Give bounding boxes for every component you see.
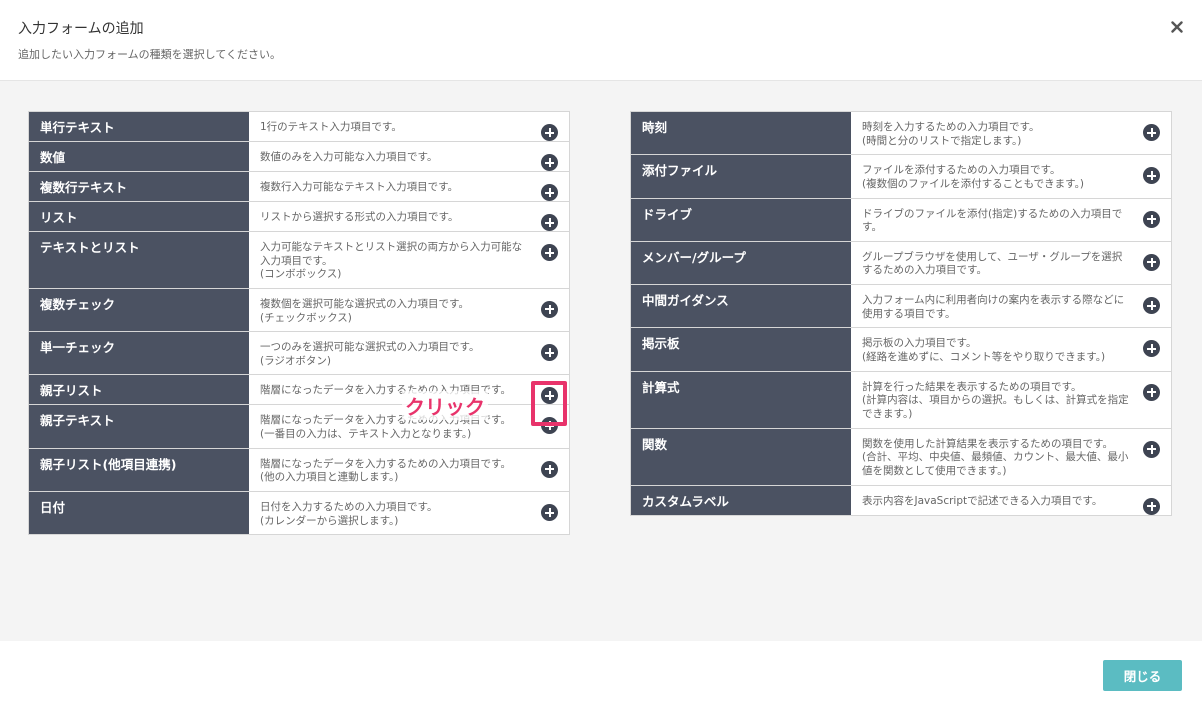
add-form-plus-circle-icon[interactable] <box>1143 383 1160 401</box>
form-type-row: 掲示板 掲示板の入力項目です。 (経路を進めずに、コメント等をやり取りできます。) <box>631 328 1171 372</box>
add-form-plus-circle-icon[interactable] <box>1143 440 1160 458</box>
add-form-plus-circle-icon[interactable] <box>1143 124 1160 141</box>
add-form-plus-circle-icon[interactable] <box>541 124 558 141</box>
form-type-row: 日付 日付を入力するための入力項目です。 (カレンダーから選択します。) <box>29 492 569 535</box>
form-type-name: 親子リスト(他項目連携) <box>29 448 249 492</box>
click-annotation: クリック <box>402 391 488 420</box>
form-type-description: グループブラウザを使用して、ユーザ・グループを選択 するための入力項目です。 <box>862 250 1123 277</box>
form-type-table-left: 単行テキスト 1行のテキスト入力項目です。 数値 数値のみを入力可能な入力項目です。複… <box>28 111 570 536</box>
form-type-name: 掲示板 <box>631 328 851 371</box>
form-type-row: テキストとリスト 入力可能なテキストとリスト選択の両方から入力可能な 入力項目です… <box>29 232 569 289</box>
highlight-box <box>531 381 567 426</box>
form-type-row: メンバー/グループ グループブラウザを使用して、ユーザ・グループを選択 するための… <box>631 241 1171 286</box>
modal-footer: 閉じる <box>0 641 1202 703</box>
modal-body: 単行テキスト 1行のテキスト入力項目です。 数値 数値のみを入力可能な入力項目です。複… <box>0 81 1202 641</box>
form-type-name: ドライブ <box>631 198 851 241</box>
form-type-description: 計算を行った結果を表示するための項目です。 (計算内容は、項目からの選択。もしく… <box>862 380 1129 420</box>
form-type-description: 入力フォーム内に利用者向けの案内を表示する際などに 使用する項目です。 <box>862 294 1125 320</box>
form-type-description: ファイルを添付するための入力項目です。 (複数個のファイルを添付することもできま… <box>862 164 1084 190</box>
form-type-name: カスタムラベル <box>631 485 851 515</box>
form-type-row: 単一チェック 一つのみを選択可能な選択式の入力項目です。 (ラジオボタン) <box>29 332 569 376</box>
modal-header: 入力フォームの追加 追加したい入力フォームの種類を選択してください。 <box>0 0 1202 81</box>
form-type-description: 表示内容をJavaScriptで記述できる入力項目です。 <box>862 494 1103 507</box>
form-type-name: 中間ガイダンス <box>631 285 851 328</box>
form-type-name: 時刻 <box>631 112 851 155</box>
form-type-description: 階層になったデータを入力するための入力項目です。 (他の入力項目と連動します。) <box>260 457 511 484</box>
close-button[interactable] <box>1168 18 1186 36</box>
form-type-description: 関数を使用した計算結果を表示するための項目です。 (合計、平均、中央値、最頻値、… <box>862 437 1129 477</box>
form-type-row: 数値 数値のみを入力可能な入力項目です。 <box>29 142 569 172</box>
add-form-plus-circle-icon[interactable] <box>1143 210 1160 228</box>
form-type-name: 複数行テキスト <box>29 172 249 201</box>
form-type-description: 掲示板の入力項目です。 (経路を進めずに、コメント等をやり取りできます。) <box>862 337 1106 364</box>
form-type-description: 入力可能なテキストとリスト選択の両方から入力可能な 入力項目です。 (コンボボッ… <box>260 241 523 281</box>
form-type-row: 添付ファイル ファイルを添付するための入力項目です。 (複数個のファイルを添付する… <box>631 155 1171 199</box>
form-type-name: 数値 <box>29 142 249 171</box>
form-type-name: 親子リスト <box>29 375 249 405</box>
form-type-row: カスタムラベル 表示内容をJavaScriptで記述できる入力項目です。 <box>631 485 1171 515</box>
form-type-name: 日付 <box>29 492 249 535</box>
add-form-plus-circle-icon[interactable] <box>541 504 558 522</box>
form-type-row: リスト リストから選択する形式の入力項目です。 <box>29 202 569 232</box>
form-type-description: ドライブのファイルを添付(指定)するための入力項目で す。 <box>862 207 1123 234</box>
form-type-row: 時刻 時刻を入力するための入力項目です。 (時間と分のリストで指定します。) <box>631 112 1171 156</box>
form-type-name: リスト <box>29 202 249 231</box>
form-type-name: メンバー/グループ <box>631 241 851 285</box>
add-form-plus-circle-icon[interactable] <box>1143 497 1160 515</box>
form-type-name: 単行テキスト <box>29 112 249 141</box>
form-type-row: 親子リスト(他項目連携) 階層になったデータを入力するための入力項目です。 (他の… <box>29 448 569 493</box>
form-type-name: テキストとリスト <box>29 232 249 288</box>
add-form-plus-circle-icon[interactable] <box>1143 253 1160 271</box>
form-type-description: 数値のみを入力可能な入力項目です。 <box>260 151 438 163</box>
form-type-row: 親子リスト 階層になったデータを入力するための入力項目です。 <box>29 375 569 406</box>
form-type-row: 複数チェック 複数個を選択可能な選択式の入力項目です。 (チェックボックス) <box>29 288 569 333</box>
form-type-name: 関数 <box>631 428 851 485</box>
form-type-row: 中間ガイダンス 入力フォーム内に利用者向けの案内を表示する際などに 使用する項目で… <box>631 285 1171 329</box>
add-form-plus-circle-icon[interactable] <box>1143 297 1160 315</box>
form-type-row: 関数 関数を使用した計算結果を表示するための項目です。 (合計、平均、中央値、最頻… <box>631 428 1171 486</box>
form-type-name: 計算式 <box>631 371 851 428</box>
form-type-description: 一つのみを選択可能な選択式の入力項目です。 (ラジオボタン) <box>260 341 480 367</box>
form-type-name: 親子テキスト <box>29 405 249 448</box>
form-type-description: 複数個を選択可能な選択式の入力項目です。 (チェックボックス) <box>260 297 469 324</box>
form-type-table-right: 時刻 時刻を入力するための入力項目です。 (時間と分のリストで指定します。) 添付フ… <box>630 111 1172 516</box>
modal-title: 入力フォームの追加 <box>18 21 144 37</box>
modal-subtitle: 追加したい入力フォームの種類を選択してください。 <box>18 48 282 61</box>
add-form-plus-circle-icon[interactable] <box>541 300 558 318</box>
form-type-description: 日付を入力するための入力項目です。 (カレンダーから選択します。) <box>260 501 438 527</box>
form-type-description: 時刻を入力するための入力項目です。 (時間と分のリストで指定します。) <box>862 121 1040 147</box>
add-form-plus-circle-icon[interactable] <box>541 214 558 231</box>
form-type-description: 複数行入力可能なテキスト入力項目です。 <box>260 181 459 193</box>
close-icon <box>1171 21 1183 33</box>
close-footer-button[interactable]: 閉じる <box>1103 660 1182 691</box>
form-type-description: 1行のテキスト入力項目です。 <box>260 121 402 133</box>
form-type-row: 複数行テキスト 複数行入力可能なテキスト入力項目です。 <box>29 172 569 202</box>
form-type-name: 複数チェック <box>29 288 249 332</box>
form-type-row: 単行テキスト 1行のテキスト入力項目です。 <box>29 112 569 142</box>
form-type-name: 単一チェック <box>29 332 249 375</box>
add-form-plus-circle-icon[interactable] <box>541 154 558 171</box>
form-type-row: 計算式 計算を行った結果を表示するための項目です。 (計算内容は、項目からの選択。… <box>631 371 1171 429</box>
form-type-name: 添付ファイル <box>631 155 851 198</box>
add-form-plus-circle-icon[interactable] <box>541 244 558 261</box>
form-type-row: 親子テキスト 階層になったデータを入力するための入力項目です。 (一番目の入力は、… <box>29 405 569 449</box>
form-type-row: ドライブ ドライブのファイルを添付(指定)するための入力項目で す。 <box>631 198 1171 242</box>
form-type-description: リストから選択する形式の入力項目です。 <box>260 211 459 223</box>
add-form-plus-circle-icon[interactable] <box>541 460 558 478</box>
add-form-plus-circle-icon[interactable] <box>541 184 558 201</box>
